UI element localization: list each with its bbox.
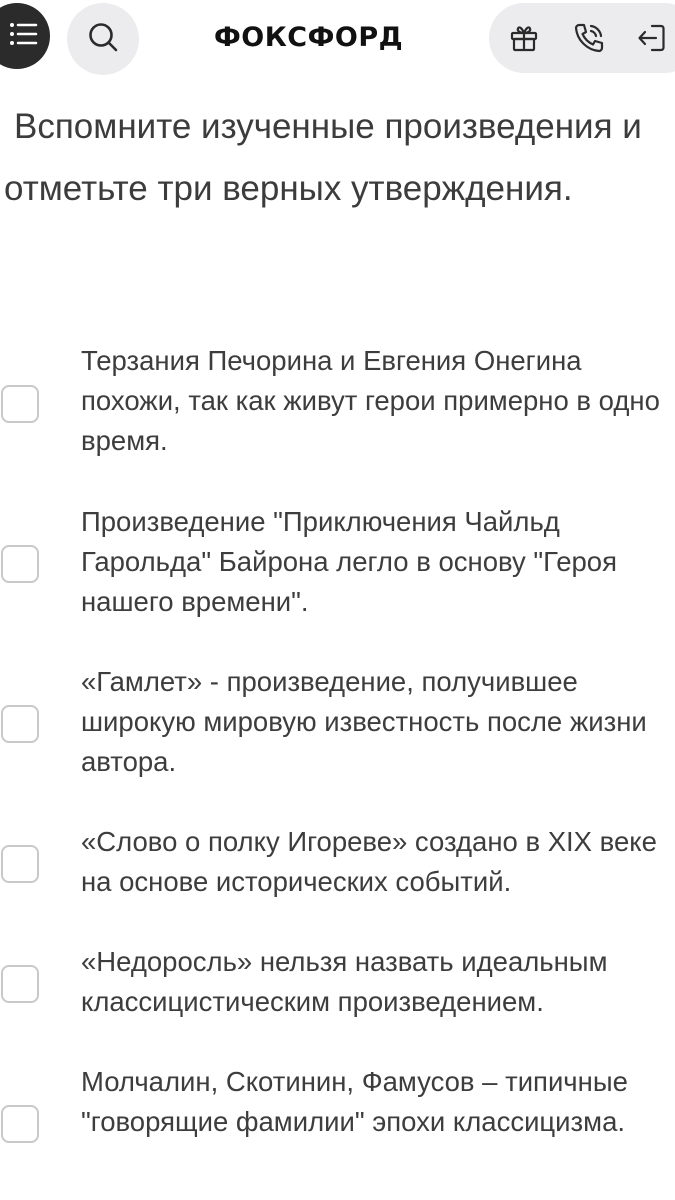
option-label[interactable]: «Слово о полку Игореве» создано в XIX ве… — [81, 822, 671, 902]
question-text: Вспомните изученные произведения и отмет… — [4, 107, 642, 208]
gift-icon[interactable] — [507, 21, 541, 55]
option-checkbox[interactable] — [1, 545, 39, 583]
option-label[interactable]: Молчалин, Скотинин, Фамусов – типичные "… — [81, 1062, 671, 1142]
page: ФОКСФОРД Вспомните изученные произведени… — [0, 0, 675, 1200]
option-label[interactable]: Терзания Печорина и Евгения Онегина похо… — [81, 341, 671, 461]
menu-button[interactable] — [0, 3, 50, 69]
logout-icon[interactable] — [635, 21, 669, 55]
option-label[interactable]: «Гамлет» - произведение, получившее широ… — [81, 662, 671, 782]
top-header: ФОКСФОРД — [0, 0, 675, 76]
option-checkbox[interactable] — [1, 385, 39, 423]
option-checkbox[interactable] — [1, 705, 39, 743]
option-label[interactable]: «Недоросль» нельзя назвать идеальным кла… — [81, 942, 671, 1022]
search-icon — [86, 20, 120, 59]
brand-logo[interactable]: ФОКСФОРД — [214, 22, 403, 53]
phone-icon[interactable] — [572, 21, 606, 55]
list-menu-icon — [9, 21, 39, 52]
option-checkbox[interactable] — [1, 845, 39, 883]
option-checkbox[interactable] — [1, 1105, 39, 1143]
option-label[interactable]: Произведение "Приключения Чайльд Гарольд… — [81, 502, 671, 622]
search-button[interactable] — [67, 3, 139, 75]
option-checkbox[interactable] — [1, 965, 39, 1003]
header-actions — [489, 3, 675, 73]
